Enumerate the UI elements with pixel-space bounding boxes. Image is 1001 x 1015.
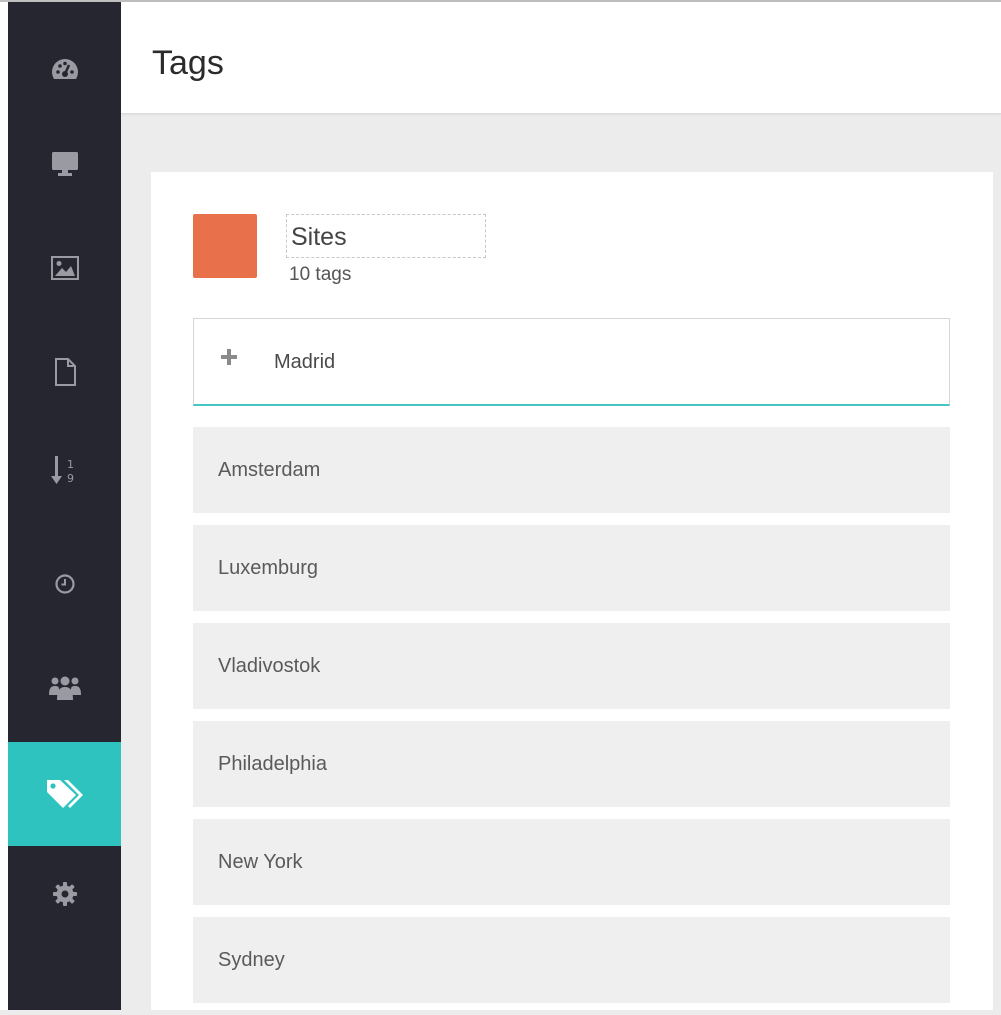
tags-icon: [46, 780, 83, 808]
sidebar-item-dashboard[interactable]: [8, 17, 121, 121]
users-icon: [48, 676, 81, 700]
sidebar-item-settings[interactable]: [8, 842, 121, 946]
sidebar: 1 9: [8, 2, 121, 1010]
tag-item[interactable]: New York: [193, 819, 950, 905]
gear-icon: [52, 882, 77, 906]
sidebar-item-history[interactable]: [8, 532, 121, 636]
page-header: Tags: [121, 2, 1001, 114]
clock-icon: [54, 574, 75, 594]
tag-item[interactable]: Vladivostok: [193, 623, 950, 709]
add-tag-input[interactable]: [274, 347, 914, 377]
sidebar-item-tags[interactable]: [8, 742, 121, 846]
tag-item[interactable]: Amsterdam: [193, 427, 950, 513]
window-edge: [0, 0, 8, 1010]
tag-count-label: 10 tags: [289, 264, 352, 285]
plus-icon[interactable]: [220, 348, 238, 366]
sidebar-item-media[interactable]: [8, 216, 121, 320]
sidebar-item-users[interactable]: [8, 636, 121, 740]
tag-item[interactable]: Luxemburg: [193, 525, 950, 611]
group-color-swatch[interactable]: [193, 214, 257, 278]
file-icon: [54, 358, 76, 386]
svg-text:9: 9: [67, 472, 74, 485]
group-name-field[interactable]: Sites: [286, 214, 486, 258]
dashboard-icon: [51, 59, 78, 79]
tag-list: Amsterdam Luxemburg Vladivostok Philadelphi…: [193, 427, 950, 1015]
tag-item[interactable]: Sydney: [193, 917, 950, 1003]
tag-group-card: Sites 10 tags Amsterdam Luxemburg Vladivos…: [151, 172, 993, 1010]
page-title: Tags: [152, 44, 224, 82]
add-tag-row[interactable]: [193, 318, 950, 406]
image-icon: [50, 256, 79, 280]
sidebar-item-monitor[interactable]: [8, 112, 121, 216]
tag-item[interactable]: Philadelphia: [193, 721, 950, 807]
sidebar-item-sort[interactable]: 1 9: [8, 418, 121, 522]
svg-text:1: 1: [67, 458, 74, 471]
sidebar-item-pages[interactable]: [8, 320, 121, 424]
sort-numeric-icon: 1 9: [50, 456, 74, 485]
monitor-icon: [51, 152, 78, 176]
